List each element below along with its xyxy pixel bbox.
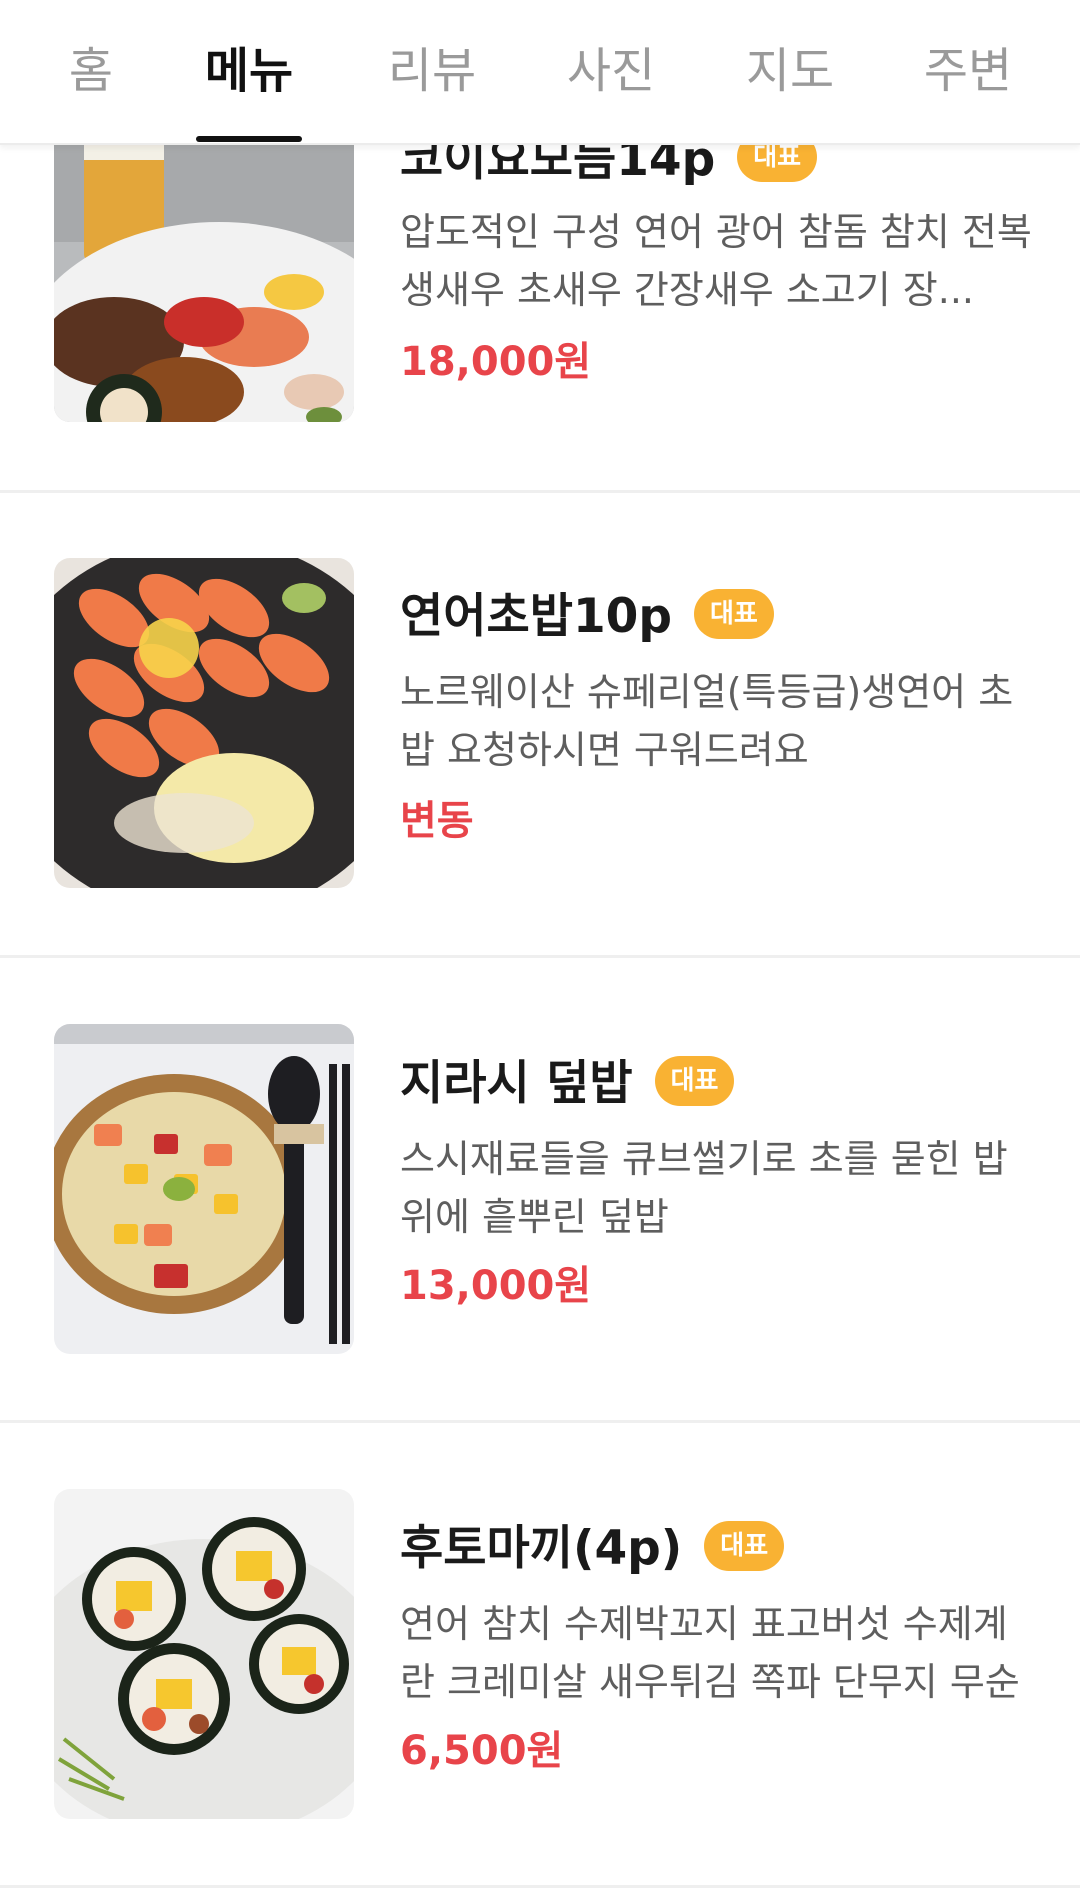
menu-item-name-row: 지라시 덮밥 대표	[400, 1054, 735, 1114]
menu-item-name: 연어초밥10p	[400, 589, 673, 644]
menu-item-description: 스시재료들을 큐브썰기로 초를 묻힌 밥 위에 흩뿌린 덮밥	[400, 1137, 1008, 1239]
menu-item-name-row: 연어초밥10p 대표	[400, 587, 774, 647]
menu-item-image[interactable]	[54, 1024, 354, 1354]
tab-photos[interactable]: 사진	[561, 36, 661, 106]
futomaki-rolls-icon	[54, 1489, 354, 1819]
signature-badge: 대표	[694, 588, 774, 639]
signature-badge: 대표	[654, 1055, 735, 1106]
menu-page: 코이요모듬14p 대표 압도적인 구성 연어 광어 참돔 참치 전복 생새우 초새…	[0, 0, 1080, 1900]
menu-item-price: 변동	[400, 798, 474, 844]
menu-item-price: 13,000원	[400, 1263, 592, 1309]
active-tab-indicator	[196, 136, 302, 142]
tab-menu[interactable]: 메뉴	[196, 36, 302, 106]
menu-item-price: 6,500원	[400, 1728, 564, 1774]
chirashi-bowl-icon	[54, 1024, 354, 1354]
menu-item-name: 지라시 덮밥	[400, 1056, 633, 1111]
menu-item-name: 후토마끼(4p)	[400, 1521, 683, 1576]
tab-reviews[interactable]: 리뷰	[382, 36, 482, 106]
tab-nearby[interactable]: 주변	[918, 36, 1018, 106]
menu-item-image[interactable]	[54, 558, 354, 888]
menu-item[interactable]: 후토마끼(4p) 대표 연어 참치 수제박꼬지 표고버섯 수제계란 크레미살 새우…	[0, 1423, 1080, 1883]
divider	[0, 1885, 1080, 1888]
menu-item[interactable]: 지라시 덮밥 대표 스시재료들을 큐브썰기로 초를 묻힌 밥 위에 흩뿌린 덮밥 …	[0, 958, 1080, 1418]
menu-item-description: 노르웨이산 슈페리얼(특등급)생연어 초밥 요청하시면 구워드려요	[400, 670, 1014, 772]
menu-list: 코이요모듬14p 대표 압도적인 구성 연어 광어 참돔 참치 전복 생새우 초새…	[0, 0, 1080, 1900]
menu-item-name-row: 후토마끼(4p) 대표	[400, 1519, 785, 1579]
menu-item-image[interactable]	[54, 1489, 354, 1819]
signature-badge: 대표	[704, 1520, 785, 1571]
tab-map[interactable]: 지도	[740, 36, 840, 106]
salmon-sushi-plate-icon	[54, 558, 354, 888]
tab-bar: 홈 메뉴 리뷰 사진 지도 주변	[0, 0, 1080, 145]
tab-home[interactable]: 홈	[60, 36, 122, 106]
menu-item[interactable]: 연어초밥10p 대표 노르웨이산 슈페리얼(특등급)생연어 초밥 요청하시면 구워…	[0, 493, 1080, 953]
menu-item-description: 압도적인 구성 연어 광어 참돔 참치 전복 생새우 초새우 간장새우 소고기 …	[400, 210, 1032, 312]
menu-item-description: 연어 참치 수제박꼬지 표고버섯 수제계란 크레미살 새우튀김 쪽파 단무지 무…	[400, 1602, 1020, 1704]
menu-item-price: 18,000원	[400, 339, 592, 385]
